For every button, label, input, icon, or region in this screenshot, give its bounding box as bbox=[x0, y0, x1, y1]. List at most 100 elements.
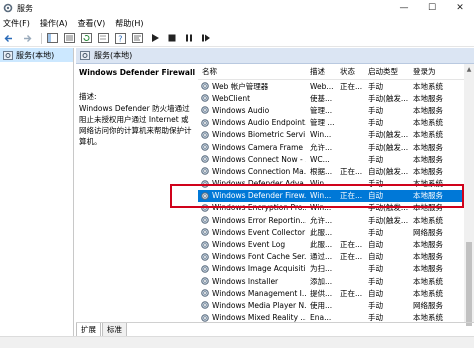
properties-icon[interactable] bbox=[131, 32, 144, 45]
help-icon[interactable]: ? bbox=[114, 32, 127, 45]
tab-standard[interactable]: 标准 bbox=[102, 323, 127, 337]
back-icon[interactable] bbox=[3, 32, 16, 45]
services-app-icon bbox=[3, 3, 13, 13]
service-status-cell: 正在... bbox=[340, 252, 363, 262]
tree-item-services-local[interactable]: 服务(本地) bbox=[0, 48, 73, 62]
table-row[interactable]: Windows Error Reportin... 允许... 手动(触发... 本地… bbox=[198, 214, 464, 226]
table-row[interactable]: Windows Font Cache Ser... 通过... 正在... 自动 本地服… bbox=[198, 251, 464, 263]
service-description-cell: 通过... bbox=[310, 252, 333, 262]
service-name-cell: Windows Audio Endpoint... bbox=[198, 118, 306, 128]
menu-bar: 文件(F) 操作(A) 查看(V) 帮助(H) bbox=[0, 16, 474, 30]
service-startup-cell: 手动 bbox=[368, 313, 383, 322]
play-icon[interactable] bbox=[148, 32, 161, 45]
table-row[interactable]: Windows Camera Frame ... 允许... 手动(触发... 本地服… bbox=[198, 141, 464, 153]
table-row[interactable]: Windows Event Log 此服... 正在... 自动 本地服务 bbox=[198, 238, 464, 250]
service-gear-icon bbox=[201, 228, 209, 237]
service-description-cell: 允许... bbox=[310, 215, 333, 225]
restart-icon[interactable] bbox=[199, 32, 212, 45]
pause-icon[interactable] bbox=[182, 32, 195, 45]
service-gear-icon bbox=[201, 265, 209, 273]
services-gear-icon bbox=[80, 51, 90, 60]
service-gear-icon bbox=[201, 240, 209, 249]
scroll-up-icon[interactable]: ▲ bbox=[464, 64, 474, 74]
menu-view[interactable]: 查看(V) bbox=[78, 18, 106, 29]
table-row[interactable]: Windows Audio 管理... 手动 本地服务 bbox=[198, 104, 464, 116]
service-startup-cell: 手动 bbox=[368, 105, 383, 115]
service-logon-cell: 本地服务 bbox=[413, 252, 443, 262]
column-header-description[interactable]: 描述 bbox=[306, 64, 336, 80]
service-gear-icon bbox=[201, 155, 209, 164]
column-header-status[interactable]: 状态 bbox=[336, 64, 364, 80]
service-startup-cell: 自动(触发... bbox=[368, 166, 409, 176]
description-text: Windows Defender 防火墙通过阻止未授权用户通过 Internet… bbox=[79, 104, 192, 146]
status-bar bbox=[0, 336, 474, 348]
console-tree-icon[interactable] bbox=[46, 32, 59, 45]
column-header-startup-type[interactable]: 启动类型 bbox=[364, 64, 409, 80]
tab-extended[interactable]: 扩展 bbox=[76, 323, 101, 337]
service-description-cell: 提供... bbox=[310, 288, 333, 298]
menu-file[interactable]: 文件(F) bbox=[3, 18, 30, 29]
service-startup-cell: 手动(触发... bbox=[368, 142, 409, 152]
service-name: Windows Image Acquisiti... bbox=[212, 264, 306, 274]
service-description-cell: 此服... bbox=[310, 227, 333, 237]
table-row[interactable]: Windows Mixed Reality ... Ena... 手动 本地系统 bbox=[198, 312, 464, 322]
column-header-name[interactable]: 名称 bbox=[198, 64, 306, 80]
export-icon[interactable] bbox=[97, 32, 110, 45]
table-row[interactable]: Windows Media Player N... 使用... 手动 网络服务 bbox=[198, 299, 464, 311]
refresh-icon[interactable] bbox=[80, 32, 93, 45]
table-row[interactable]: WebClient 使基... 手动(触发... 本地服务 bbox=[198, 92, 464, 104]
service-startup-cell: 手动 bbox=[368, 227, 383, 237]
service-name: Windows Audio Endpoint... bbox=[212, 118, 306, 128]
service-name: Windows Installer bbox=[212, 276, 279, 286]
service-gear-icon bbox=[201, 118, 209, 127]
console-tree: 服务(本地) bbox=[0, 48, 74, 348]
service-description-cell: 管理... bbox=[310, 105, 333, 115]
service-description-cell: 使基... bbox=[310, 93, 333, 103]
table-row[interactable]: Web 帐户管理器 Web... 正在... 手动 本地系统 bbox=[198, 80, 464, 92]
service-startup-cell: 自动 bbox=[368, 288, 383, 298]
table-row[interactable]: Windows Event Collector 此服... 手动 网络服务 bbox=[198, 226, 464, 238]
service-startup-cell: 手动 bbox=[368, 264, 383, 274]
service-logon-cell: 本地系统 bbox=[413, 288, 443, 298]
service-name-cell: Windows Event Collector bbox=[198, 227, 306, 237]
service-logon-cell: 本地服务 bbox=[413, 154, 443, 164]
table-row[interactable]: Windows Connect Now - ... WC... 手动 本地服务 bbox=[198, 153, 464, 165]
service-gear-icon bbox=[201, 143, 209, 151]
service-description-cell: WC... bbox=[310, 154, 330, 164]
table-row[interactable]: Windows Image Acquisiti... 为扫... 手动 本地服务 bbox=[198, 263, 464, 275]
forward-icon[interactable] bbox=[20, 32, 33, 45]
table-row[interactable]: Windows Biometric Servi... Win... 手动(触发...… bbox=[198, 129, 464, 141]
service-name: Windows Connect Now - ... bbox=[212, 154, 306, 164]
service-name: Windows Media Player N... bbox=[212, 300, 306, 310]
close-button[interactable]: ✕ bbox=[446, 0, 474, 16]
table-row[interactable]: Windows Installer 添加... 手动 本地系统 bbox=[198, 275, 464, 287]
vertical-scrollbar[interactable]: ▲ bbox=[464, 64, 474, 326]
svg-text:?: ? bbox=[118, 34, 122, 43]
service-name: WebClient bbox=[212, 93, 251, 103]
service-startup-cell: 手动 bbox=[368, 300, 383, 310]
service-logon-cell: 本地服务 bbox=[413, 93, 443, 103]
service-logon-cell: 本地服务 bbox=[413, 105, 443, 115]
service-name-cell: Windows Management I... bbox=[198, 288, 306, 298]
service-gear-icon bbox=[201, 131, 209, 139]
annotation-highlight-box bbox=[170, 184, 464, 208]
toolbar-separator bbox=[41, 32, 42, 44]
table-row[interactable]: Windows Audio Endpoint... 管理 ... 手动 本地系统 bbox=[198, 117, 464, 129]
service-gear-icon bbox=[201, 167, 209, 176]
list-icon[interactable] bbox=[63, 32, 76, 45]
menu-action[interactable]: 操作(A) bbox=[40, 18, 68, 29]
menu-help[interactable]: 帮助(H) bbox=[115, 18, 143, 29]
service-description-cell: 允许... bbox=[310, 142, 333, 152]
table-row[interactable]: Windows Management I... 提供... 正在... 自动 本地系统 bbox=[198, 287, 464, 299]
stop-icon[interactable] bbox=[165, 32, 178, 45]
service-description-cell: 管理 ... bbox=[310, 118, 335, 128]
service-status-cell: 正在... bbox=[340, 81, 363, 91]
column-header-logon-as[interactable]: 登录为 bbox=[409, 64, 464, 80]
scrollbar-thumb[interactable] bbox=[466, 242, 472, 326]
service-name-cell: Windows Image Acquisiti... bbox=[198, 264, 306, 274]
view-tabs: 扩展 标准 bbox=[76, 322, 474, 337]
service-logon-cell: 本地服务 bbox=[413, 142, 443, 152]
table-row[interactable]: Windows Connection Ma... 根据... 正在... 自动(触发.… bbox=[198, 165, 464, 177]
minimize-button[interactable]: — bbox=[390, 0, 418, 16]
maximize-button[interactable]: ☐ bbox=[418, 0, 446, 16]
